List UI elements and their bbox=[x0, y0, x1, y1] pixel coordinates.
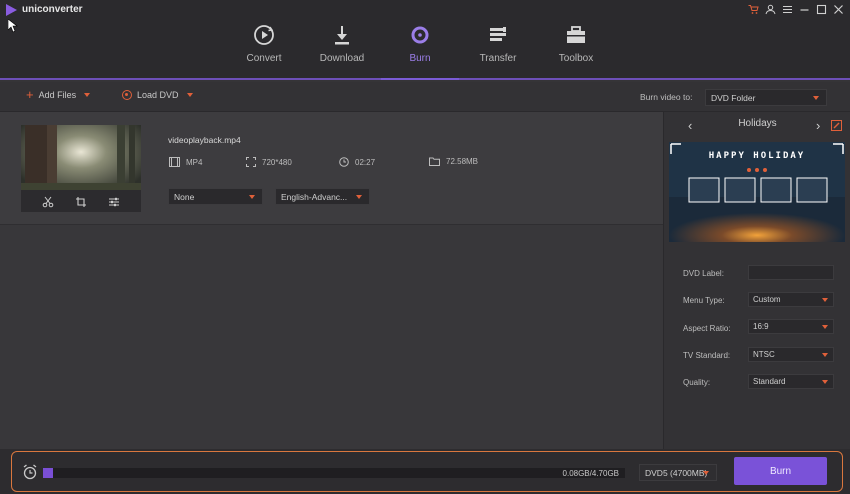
template-title: HAPPY HOLIDAY bbox=[708, 151, 806, 161]
load-dvd-button[interactable]: Load DVD bbox=[122, 90, 193, 100]
thumbnail-toolbar bbox=[21, 190, 141, 212]
maximize-icon[interactable] bbox=[815, 3, 827, 15]
mouse-cursor-icon bbox=[8, 19, 18, 33]
tab-transfer[interactable]: Transfer bbox=[459, 20, 537, 80]
dvd-settings-panel: ‹ Holidays › HAPPY HOLIDAY DVD Label: Me… bbox=[663, 112, 850, 449]
toolbox-icon bbox=[567, 26, 585, 43]
alarm-clock-icon[interactable] bbox=[22, 464, 38, 480]
edit-template-icon[interactable] bbox=[831, 120, 842, 131]
list-item[interactable]: videoplayback.mp4 MP4 720*480 02:27 72.5… bbox=[0, 112, 663, 225]
chevron-down-icon bbox=[822, 325, 828, 329]
chevron-down-icon bbox=[249, 195, 255, 199]
window-controls bbox=[747, 3, 844, 15]
folder-icon bbox=[429, 157, 440, 166]
burn-to-value: DVD Folder bbox=[711, 92, 756, 103]
clock-icon bbox=[339, 157, 349, 167]
tab-convert-label: Convert bbox=[246, 53, 282, 64]
aspect-ratio-select[interactable]: 16:9 bbox=[748, 319, 834, 334]
crop-icon[interactable] bbox=[75, 195, 87, 207]
tab-toolbox-label: Toolbox bbox=[558, 53, 594, 64]
template-name: Holidays bbox=[738, 118, 777, 129]
chevron-down-icon bbox=[822, 380, 828, 384]
tab-burn-label: Burn bbox=[409, 53, 431, 64]
file-name: videoplayback.mp4 bbox=[168, 135, 241, 145]
aspect-ratio-value: 16:9 bbox=[753, 322, 769, 331]
disc-capacity-bar: 0.08GB/4.70GB bbox=[43, 468, 625, 478]
burn-disc-icon bbox=[411, 26, 429, 44]
file-resolution: 720*480 bbox=[246, 157, 292, 167]
tab-toolbox[interactable]: Toolbox bbox=[537, 20, 615, 80]
top-bar: uniconverter Convert Download Burn Trans… bbox=[0, 0, 850, 80]
quality-select[interactable]: Standard bbox=[748, 374, 834, 389]
subtitle-value: None bbox=[174, 191, 195, 202]
app-window: uniconverter Convert Download Burn Trans… bbox=[0, 0, 850, 494]
dvd-label-label: DVD Label: bbox=[683, 269, 724, 278]
disc-capacity-fill bbox=[43, 468, 53, 478]
cart-icon[interactable] bbox=[747, 3, 759, 15]
tab-download-label: Download bbox=[319, 53, 365, 64]
subtitle-select[interactable]: None bbox=[168, 188, 263, 205]
chevron-down-icon bbox=[822, 298, 828, 302]
audio-track-select[interactable]: English-Advanc... bbox=[275, 188, 370, 205]
tab-download[interactable]: Download bbox=[303, 20, 381, 80]
file-format-value: MP4 bbox=[186, 157, 203, 167]
quality-value: Standard bbox=[753, 377, 786, 386]
file-resolution-value: 720*480 bbox=[262, 157, 292, 167]
file-duration: 02:27 bbox=[339, 157, 375, 167]
chevron-down-icon bbox=[822, 353, 828, 357]
burn-to-select[interactable]: DVD Folder bbox=[705, 89, 827, 106]
tab-burn[interactable]: Burn bbox=[381, 20, 459, 80]
resolution-icon bbox=[246, 157, 256, 167]
file-list: videoplayback.mp4 MP4 720*480 02:27 72.5… bbox=[0, 112, 663, 449]
burn-button[interactable]: Burn bbox=[734, 457, 827, 485]
plus-icon: + bbox=[26, 87, 34, 102]
disc-type-value: DVD5 (4700MB) bbox=[645, 467, 708, 478]
dvd-icon bbox=[122, 90, 132, 100]
next-template-icon[interactable]: › bbox=[816, 118, 820, 133]
tv-standard-select[interactable]: NTSC bbox=[748, 347, 834, 362]
menu-type-value: Custom bbox=[753, 295, 781, 304]
file-format: MP4 bbox=[169, 157, 202, 167]
file-size-value: 72.58MB bbox=[446, 157, 479, 166]
tv-standard-value: NTSC bbox=[753, 350, 775, 359]
template-preview[interactable]: HAPPY HOLIDAY bbox=[669, 142, 845, 242]
app-logo-icon bbox=[6, 4, 17, 16]
transfer-icon bbox=[490, 27, 506, 41]
chevron-down-icon bbox=[813, 96, 819, 100]
quality-label: Quality: bbox=[683, 378, 711, 387]
menu-type-select[interactable]: Custom bbox=[748, 292, 834, 307]
file-duration-value: 02:27 bbox=[355, 157, 376, 167]
menu-icon[interactable] bbox=[781, 3, 793, 15]
dvd-label-input[interactable] bbox=[748, 265, 834, 280]
toolbar: + Add Files Load DVD Burn video to: DVD … bbox=[0, 82, 850, 112]
disc-type-select[interactable]: DVD5 (4700MB) bbox=[639, 464, 717, 481]
close-icon[interactable] bbox=[832, 3, 844, 15]
effects-sliders-icon[interactable] bbox=[108, 195, 120, 207]
audio-track-value: English-Advanc... bbox=[281, 191, 348, 202]
burn-to-label: Burn video to: bbox=[640, 92, 693, 102]
film-icon bbox=[169, 157, 180, 167]
scissors-icon[interactable] bbox=[42, 195, 54, 208]
disc-capacity-text: 0.08GB/4.70GB bbox=[562, 469, 619, 478]
load-dvd-label: Load DVD bbox=[137, 90, 179, 100]
app-title: uniconverter bbox=[22, 4, 83, 15]
chevron-down-icon[interactable] bbox=[84, 93, 91, 97]
tab-convert[interactable]: Convert bbox=[225, 20, 303, 80]
main-nav: Convert Download Burn Transfer Toolbox bbox=[225, 20, 615, 80]
add-files-label: Add Files bbox=[38, 90, 77, 100]
account-icon[interactable] bbox=[764, 3, 776, 15]
tab-transfer-label: Transfer bbox=[479, 53, 517, 64]
menu-type-label: Menu Type: bbox=[683, 296, 725, 305]
aspect-ratio-label: Aspect Ratio: bbox=[683, 324, 731, 333]
download-icon bbox=[335, 26, 349, 45]
file-size: 72.58MB bbox=[429, 157, 478, 166]
convert-icon bbox=[254, 25, 274, 45]
chevron-down-icon[interactable] bbox=[186, 93, 193, 97]
minimize-icon[interactable] bbox=[798, 3, 810, 15]
chevron-down-icon bbox=[356, 195, 362, 199]
tv-standard-label: TV Standard: bbox=[683, 351, 731, 360]
add-files-button[interactable]: + Add Files bbox=[26, 87, 91, 102]
chevron-down-icon bbox=[703, 471, 709, 475]
bottom-bar: 0.08GB/4.70GB DVD5 (4700MB) Burn bbox=[0, 449, 850, 494]
